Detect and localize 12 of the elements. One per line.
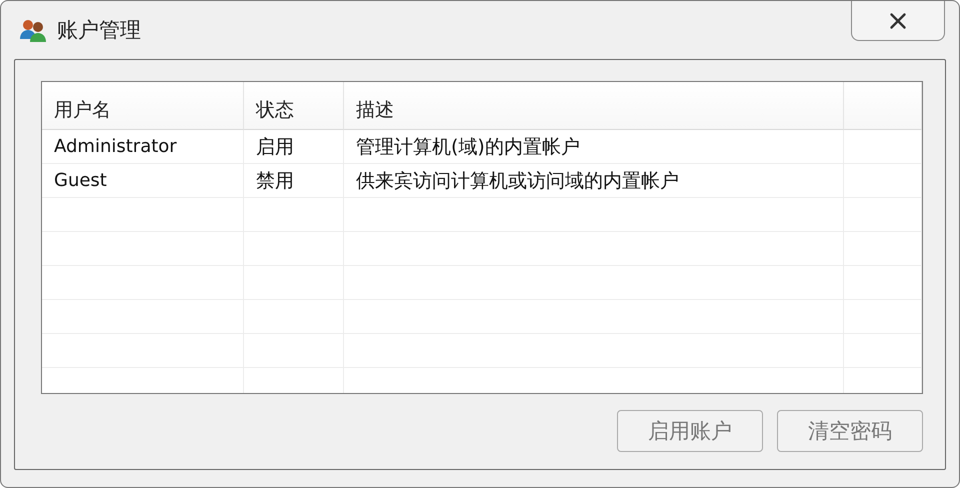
users-icon <box>19 17 47 43</box>
table-cell: 供来宾访问计算机或访问域的内置帐户 <box>344 164 844 198</box>
close-button[interactable] <box>851 1 945 41</box>
table-cell: 管理计算机(域)的内置帐户 <box>344 130 844 164</box>
table-cell: Guest <box>42 164 244 198</box>
table-cell: 禁用 <box>244 164 344 198</box>
column-header[interactable]: 用户名 <box>42 82 244 130</box>
column-header[interactable]: 描述 <box>344 82 844 130</box>
table-cell: 启用 <box>244 130 344 164</box>
column-header[interactable]: 状态 <box>244 82 344 130</box>
table-cell: Administrator <box>42 130 244 164</box>
window-title: 账户管理 <box>57 17 141 44</box>
